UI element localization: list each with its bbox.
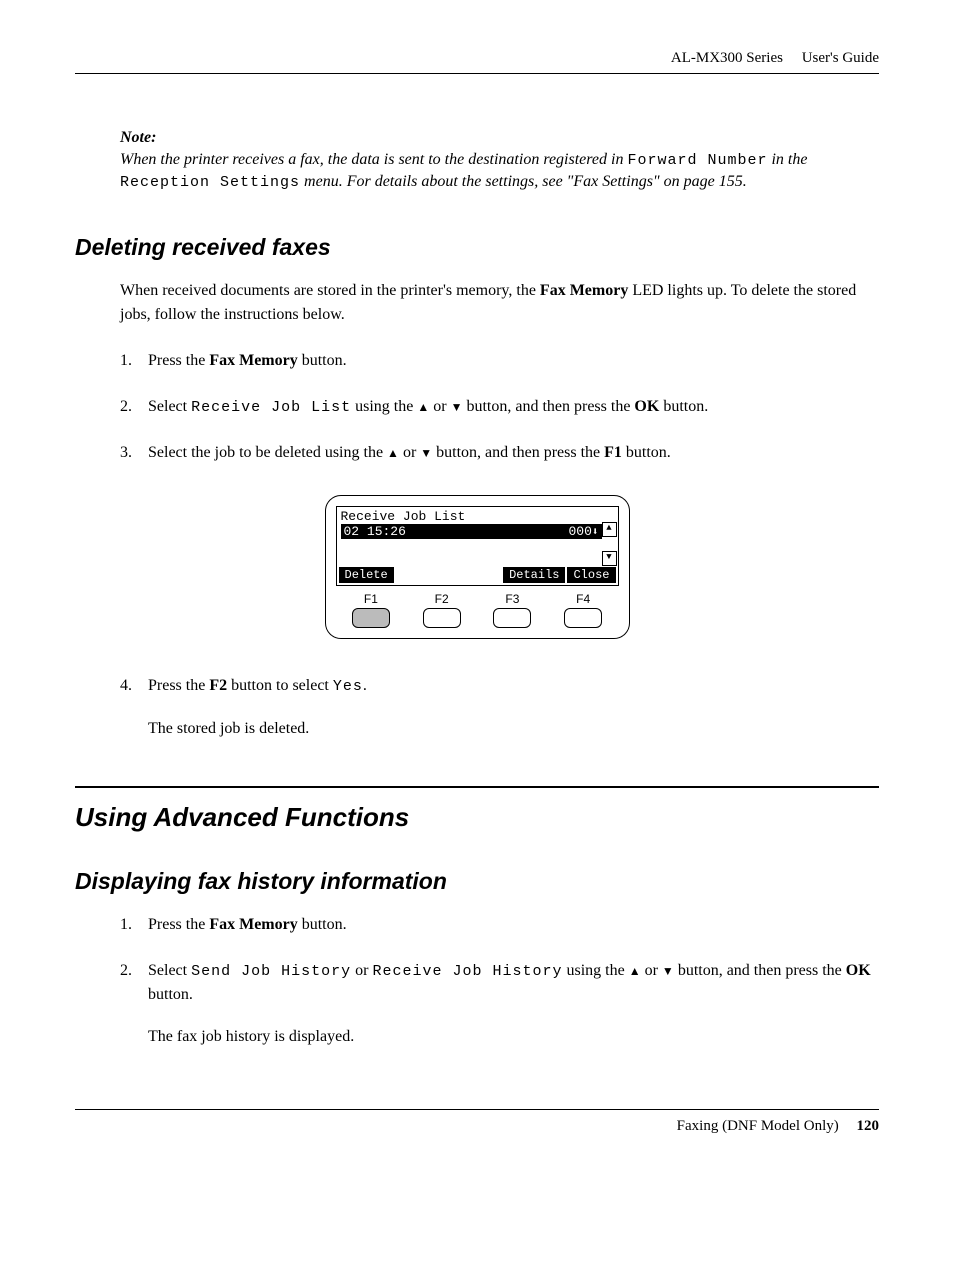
page-header: AL-MX300 Series User's Guide [75,50,879,74]
step-2: 2. Select Receive Job List using the or … [120,395,879,420]
scroll-down-icon: ▼ [602,551,617,566]
step-4: 4. Press the F2 button to select Yes. Th… [120,674,879,741]
fkey-f4: F4 [564,592,602,628]
step-3: 3. Select the job to be deleted using th… [120,441,879,465]
f3-button [493,608,531,628]
lcd-title: Receive Job List [337,507,618,524]
mono-yes: Yes [333,678,363,695]
step4-result: The stored job is deleted. [148,717,879,741]
mono-send-job-history: Send Job History [191,963,351,980]
f2-button [423,608,461,628]
section-title-deleting: Deleting received faxes [75,234,879,261]
softkey-delete: Delete [339,567,394,583]
footer-page-number: 120 [857,1118,880,1134]
mono-reception-settings: Reception Settings [120,174,300,191]
lcd-figure: Receive Job List 02 15:26 000⬇ ▲ ▼ Delet… [75,495,879,639]
lcd-selected-row: 02 15:26 000⬇ [341,524,602,539]
note-block: Note: When the printer receives a fax, t… [120,129,879,194]
sec3-result: The fax job history is displayed. [148,1025,879,1049]
mono-forward-number: Forward Number [627,152,767,169]
softkey-details: Details [503,567,565,583]
section-title-history: Displaying fax history information [75,868,879,895]
function-keys: F1 F2 F3 F4 [336,592,619,628]
down-arrow-icon [420,444,432,461]
fkey-f2: F2 [423,592,461,628]
inbox-icon: ⬇ [592,525,599,539]
lcd-softkeys: Delete Details Close [339,567,616,583]
down-arrow-icon [451,398,463,415]
down-arrow-icon [662,962,674,979]
lcd-screen: Receive Job List 02 15:26 000⬇ ▲ ▼ Delet… [336,506,619,586]
note-body: When the printer receives a fax, the dat… [120,149,879,194]
note-label: Note: [120,129,879,147]
printer-panel: Receive Job List 02 15:26 000⬇ ▲ ▼ Delet… [325,495,630,639]
footer-chapter: Faxing (DNF Model Only) [677,1118,839,1134]
header-series: AL-MX300 Series [671,50,783,66]
f4-button [564,608,602,628]
up-arrow-icon [417,398,429,415]
header-guide: User's Guide [802,50,879,66]
scroll-up-icon: ▲ [602,522,617,537]
softkey-close: Close [567,567,615,583]
page-footer: Faxing (DNF Model Only) 120 [75,1109,879,1135]
sec3-step-2: 2. Select Send Job History or Receive Jo… [120,959,879,1050]
up-arrow-icon [629,962,641,979]
up-arrow-icon [387,444,399,461]
mono-receive-job-history: Receive Job History [372,963,562,980]
sec3-step-1: 1. Press the Fax Memory button. [120,913,879,937]
f1-button [352,608,390,628]
step-1: 1. Press the Fax Memory button. [120,349,879,373]
mono-receive-job-list: Receive Job List [191,399,351,416]
section-title-advanced: Using Advanced Functions [75,786,879,833]
fkey-f3: F3 [493,592,531,628]
intro-paragraph: When received documents are stored in th… [120,279,879,327]
fkey-f1: F1 [352,592,390,628]
